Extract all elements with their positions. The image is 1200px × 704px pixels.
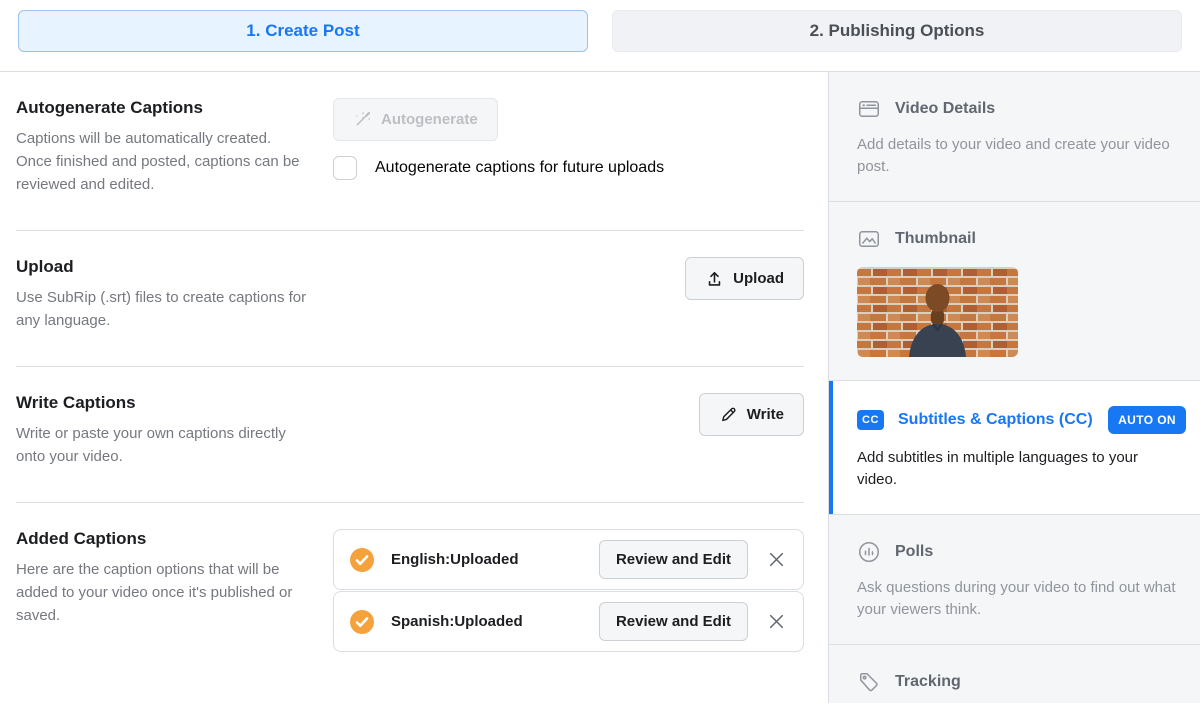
close-icon: [768, 551, 785, 568]
section-upload: Upload Use SubRip (.srt) files to create…: [16, 230, 804, 366]
image-icon: [857, 227, 881, 251]
autogenerate-description: Captions will be automatically created. …: [16, 127, 309, 196]
magic-wand-icon: [353, 110, 372, 129]
added-captions-description: Here are the caption options that will b…: [16, 558, 309, 627]
sidebar-item-subtitles-captions[interactable]: CC Subtitles & Captions (CC) AUTO ON Add…: [829, 381, 1200, 515]
cc-icon: CC: [857, 410, 884, 430]
close-icon: [768, 613, 785, 630]
autogenerate-button-label: Autogenerate: [381, 111, 478, 128]
sidebar-item-title: Polls: [895, 543, 933, 561]
autogenerate-future-uploads-option: Autogenerate captions for future uploads: [333, 156, 664, 180]
upload-title: Upload: [16, 257, 309, 277]
video-options-sidebar: Video Details Add details to your video …: [828, 72, 1200, 703]
remove-caption-button[interactable]: [766, 549, 787, 570]
sidebar-item-title: Video Details: [895, 100, 995, 118]
remove-caption-button[interactable]: [766, 611, 787, 632]
section-write-captions: Write Captions Write or paste your own c…: [16, 366, 804, 502]
caption-row-english: English:Uploaded Review and Edit: [333, 529, 804, 590]
create-post-panel: Autogenerate Captions Captions will be a…: [0, 72, 828, 703]
tag-icon: [857, 670, 881, 694]
autogenerate-future-uploads-label: Autogenerate captions for future uploads: [375, 159, 664, 177]
check-circle-icon: [350, 610, 374, 634]
section-autogenerate-captions: Autogenerate Captions Captions will be a…: [16, 72, 804, 230]
write-button-label: Write: [747, 406, 784, 423]
step-tabs: 1. Create Post 2. Publishing Options: [0, 0, 1200, 72]
auto-on-badge[interactable]: AUTO ON: [1108, 406, 1186, 434]
check-circle-icon: [350, 548, 374, 572]
review-and-edit-button[interactable]: Review and Edit: [599, 602, 748, 641]
upload-button-label: Upload: [733, 270, 784, 287]
pencil-icon: [719, 405, 738, 424]
caption-row-spanish: Spanish:Uploaded Review and Edit: [333, 591, 804, 652]
thumbnail-image: [857, 267, 1018, 357]
added-captions-title: Added Captions: [16, 529, 309, 549]
autogenerate-title: Autogenerate Captions: [16, 98, 309, 118]
added-captions-list: English:Uploaded Review and Edit: [333, 529, 804, 652]
sidebar-item-description: Ask questions during your video to find …: [857, 577, 1186, 621]
poll-icon: [857, 540, 881, 564]
sidebar-item-title: Tracking: [895, 673, 961, 691]
tab-create-post[interactable]: 1. Create Post: [18, 10, 588, 52]
write-captions-title: Write Captions: [16, 393, 309, 413]
section-added-captions: Added Captions Here are the caption opti…: [16, 502, 804, 686]
sidebar-item-tracking[interactable]: Tracking Add labels to help you manage a…: [829, 645, 1200, 704]
upload-icon: [705, 269, 724, 288]
sidebar-item-description: Add details to your video and create you…: [857, 134, 1186, 178]
caption-label: Spanish:Uploaded: [391, 613, 523, 630]
upload-button[interactable]: Upload: [685, 257, 804, 300]
sidebar-item-title: Thumbnail: [895, 230, 976, 248]
upload-description: Use SubRip (.srt) files to create captio…: [16, 286, 309, 332]
review-and-edit-button[interactable]: Review and Edit: [599, 540, 748, 579]
tab-publishing-options[interactable]: 2. Publishing Options: [612, 10, 1182, 52]
write-captions-description: Write or paste your own captions directl…: [16, 422, 309, 468]
autogenerate-button[interactable]: Autogenerate: [333, 98, 498, 141]
video-details-icon: [857, 97, 881, 121]
sidebar-item-title: Subtitles & Captions (CC): [898, 411, 1093, 429]
sidebar-item-video-details[interactable]: Video Details Add details to your video …: [829, 72, 1200, 202]
write-button[interactable]: Write: [699, 393, 804, 436]
sidebar-item-thumbnail[interactable]: Thumbnail: [829, 202, 1200, 381]
autogenerate-future-uploads-checkbox[interactable]: [333, 156, 357, 180]
sidebar-item-description: Add subtitles in multiple languages to y…: [857, 447, 1186, 491]
sidebar-item-polls[interactable]: Polls Ask questions during your video to…: [829, 515, 1200, 645]
caption-label: English:Uploaded: [391, 551, 519, 568]
